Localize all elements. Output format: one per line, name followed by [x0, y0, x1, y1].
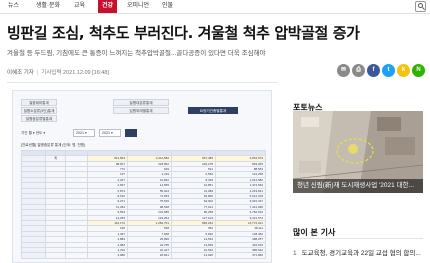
- top-navigation: 뉴스 생활·문화 교육 건강 오피니언 인물: [0, 0, 430, 14]
- search-button: [125, 129, 137, 137]
- stat-tab: 질병대분류통계: [113, 99, 169, 106]
- table-cell: [21, 252, 46, 259]
- table-title: [진료년월] 질병중분류 통계 (단위: 명, 천원): [21, 143, 86, 147]
- photo-news-caption[interactable]: 청년 신림(新)재 도시재생사업 '2021 대한...: [293, 179, 423, 193]
- article-date: 기사입력 2021.12.09 [16:48]: [41, 70, 109, 76]
- table-cell: [65, 252, 88, 259]
- article-image: 질환테마통계 질병소분류(3단)통계 질병중분류별통계 질병대분류통계 입원외래별통계 요…: [12, 90, 272, 263]
- article-subhead: 겨울철 등 두드림, 기침에도 큰 통증이 느껴지는 척추압박골절...골다공증…: [7, 50, 266, 57]
- table-row: 4,980 26,841 14,026 471,860: [21, 252, 266, 259]
- nav-item-opinion[interactable]: 오피니언: [127, 0, 149, 13]
- table-cell: 26,841: [127, 252, 172, 259]
- nav-item-life[interactable]: 생활·문화: [36, 0, 60, 13]
- search-icon[interactable]: [415, 1, 426, 12]
- reporter-name[interactable]: 이혜조 기자: [7, 70, 34, 76]
- popular-article-title: 도교육청, 경기교육과 22일 교섭 협의 합의...: [301, 250, 421, 257]
- stat-tab: 요양기관종별통계: [188, 107, 238, 114]
- nav-item-education[interactable]: 교육: [74, 0, 85, 13]
- stat-tab: 질병소분류(3단)통계: [21, 107, 57, 114]
- stat-tab: 질환테마통계: [21, 99, 57, 106]
- table-cell: [45, 252, 66, 259]
- table-cell: 14,026: [171, 252, 216, 259]
- nav-item-health[interactable]: 건강: [98, 0, 118, 13]
- rank-number: 1: [293, 250, 297, 257]
- twitter-icon[interactable]: t: [382, 64, 395, 77]
- divider: [7, 82, 277, 83]
- popular-article-item[interactable]: 1 도교육청, 경기교육과 22일 교섭 협의 합의...: [293, 247, 421, 257]
- print-icon[interactable]: ⎙: [352, 64, 365, 77]
- article-byline: 이혜조 기자 | 기사입력 2021.12.09 [16:48]: [7, 70, 109, 76]
- mail-icon[interactable]: ✉: [337, 64, 350, 77]
- table-cell: 4,980: [87, 252, 128, 259]
- period-filter-label: 기간 월 ▾ 년도 ▾: [21, 131, 46, 135]
- divider: [293, 238, 423, 239]
- kakao-icon[interactable]: k: [397, 64, 410, 77]
- stat-tab: 입원외래별통계: [113, 107, 169, 114]
- facebook-icon[interactable]: f: [367, 64, 380, 77]
- nav-item-people[interactable]: 인물: [162, 0, 173, 13]
- article-headline: 빙판길 조심, 척추도 부러진다. 겨울철 척추 압박골절 증가: [7, 24, 360, 42]
- naver-icon[interactable]: N: [412, 64, 425, 77]
- nav-item-news[interactable]: 뉴스: [8, 0, 19, 13]
- year-select-end: 2021 ▾: [99, 129, 121, 137]
- table-cell: 471,860: [215, 252, 266, 259]
- statistics-table: 계 811,843 2,211,582 957,485 3,854,579 98,607 3…: [21, 149, 266, 259]
- year-select-start: 2021 ▾: [73, 129, 95, 137]
- stat-tab: 질병중분류별통계: [21, 115, 57, 122]
- popular-heading: 많이 본 기사: [293, 228, 336, 237]
